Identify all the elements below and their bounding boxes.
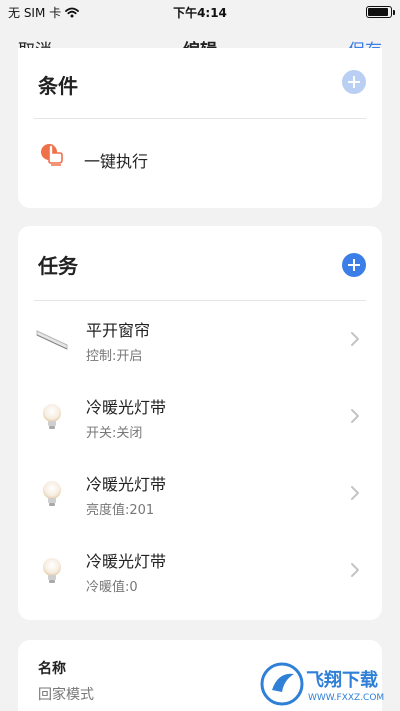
task-name: 冷暖光灯带 [86,398,167,417]
bulb-icon [43,558,61,583]
task-detail: 亮度值:201 [86,503,155,518]
conditions-card: 条件 一键执行 [18,48,382,208]
scene-name-label: 名称 [38,661,66,677]
condition-item-manual[interactable]: 一键执行 [18,119,382,199]
conditions-header: 条件 [18,48,382,118]
add-task-button[interactable] [342,253,366,277]
task-name: 平开窗帘 [86,321,151,340]
chevron-right-icon [351,563,359,577]
tasks-header: 任务 [18,226,382,300]
battery-icon [366,6,395,18]
tasks-card: 任务 平开窗帘 控制:开启 冷暖光灯带 开关:关闭 冷暖光灯带 亮度值:201 … [18,226,382,620]
watermark-logo: 飞翔下载 WWW.FXXZ.COM [260,662,384,706]
chevron-right-icon [351,409,359,423]
task-detail: 冷暖值:0 [86,580,138,595]
bulb-icon [43,404,61,429]
status-time: 下午4:14 [173,6,227,20]
status-bar: 无 SIM 卡 下午4:14 [0,0,400,24]
task-item[interactable]: 平开窗帘 控制:开启 [18,301,382,378]
bulb-icon [43,481,61,506]
task-name: 冷暖光灯带 [86,475,167,494]
chevron-right-icon [351,486,359,500]
scene-name-value: 回家模式 [38,687,94,703]
task-item[interactable]: 冷暖光灯带 开关:关闭 [18,378,382,455]
task-item[interactable]: 冷暖光灯带 冷暖值:0 [18,532,382,609]
conditions-title: 条件 [38,74,78,98]
task-item[interactable]: 冷暖光灯带 亮度值:201 [18,455,382,532]
tasks-title: 任务 [38,254,78,278]
curtain-track-icon [36,330,68,350]
task-detail: 控制:开启 [86,349,143,364]
chevron-right-icon [351,332,359,346]
watermark-url: WWW.FXXZ.COM [308,693,384,703]
watermark-text: 飞翔下载 [306,669,378,691]
add-condition-button[interactable] [342,70,366,94]
hand-tap-icon [41,144,63,166]
condition-label: 一键执行 [84,152,149,171]
battery-fill [368,8,389,16]
task-detail: 开关:关闭 [86,426,143,441]
task-name: 冷暖光灯带 [86,552,167,571]
